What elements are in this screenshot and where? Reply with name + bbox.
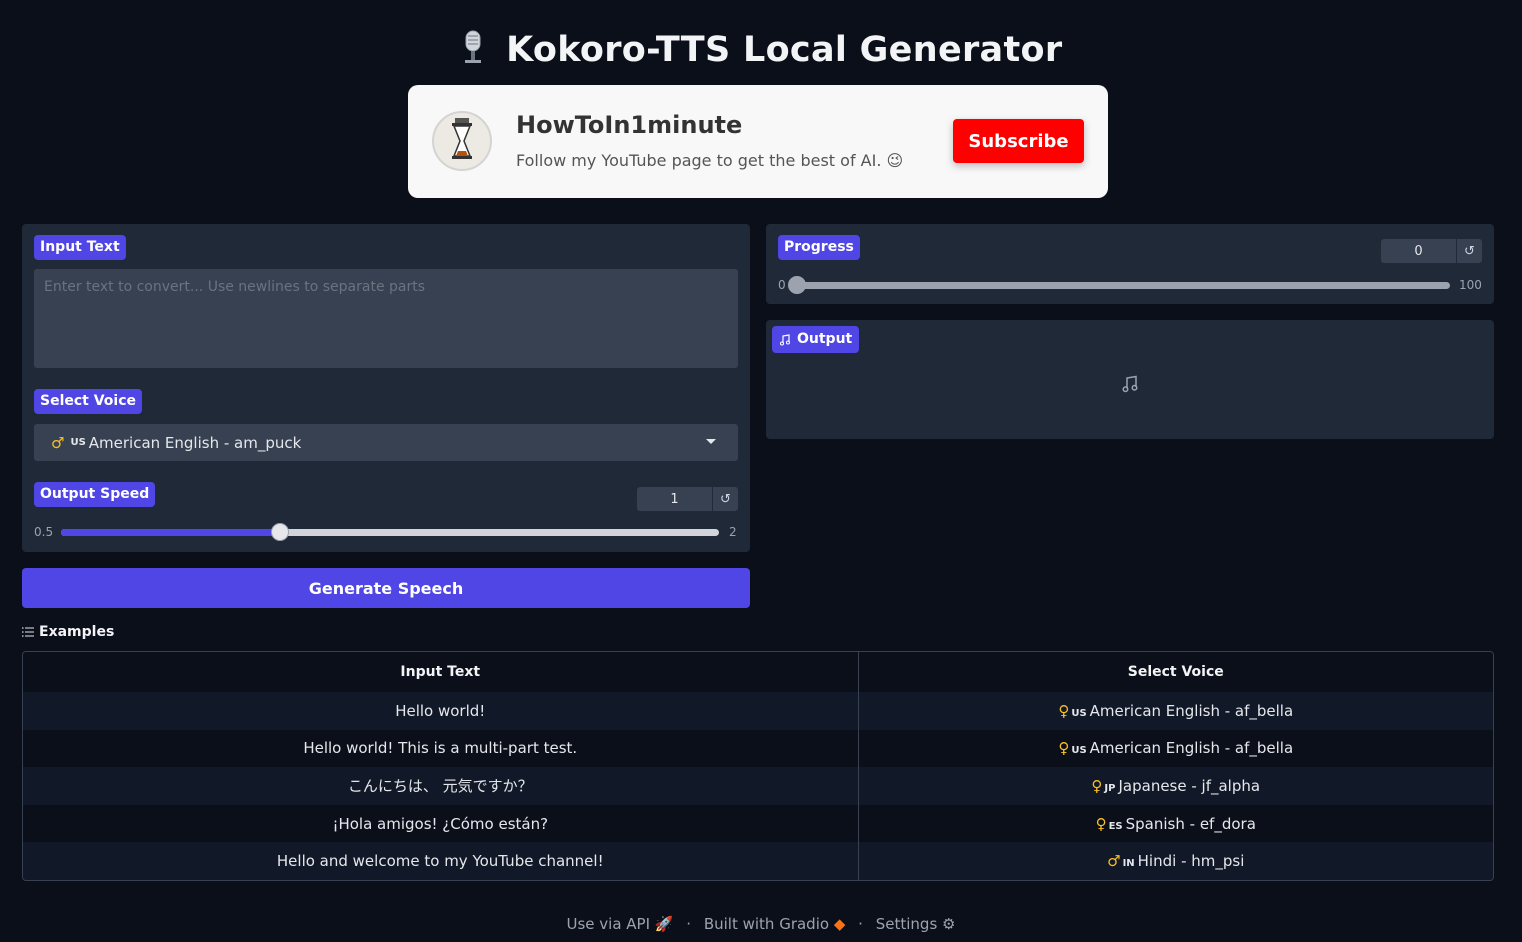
gear-icon: ⚙ <box>942 915 956 933</box>
example-voice: American English - af_bella <box>1089 739 1294 758</box>
progress-number-input[interactable]: 0 ↺ <box>1381 239 1482 263</box>
table-row[interactable]: こんにちは、 元気ですか？ ♀ JP Japanese - jf_alpha <box>23 767 1493 805</box>
speed-max: 2 <box>729 525 737 539</box>
examples-header: Examples <box>22 624 114 640</box>
music-note-icon <box>780 333 790 345</box>
chevron-down-icon <box>706 439 716 444</box>
input-text-field[interactable] <box>34 269 738 368</box>
progress-slider-thumb[interactable] <box>788 276 806 294</box>
example-voice: Japanese - jf_alpha <box>1118 776 1261 795</box>
channel-promo-card: HowToIn1minute Follow my YouTube page to… <box>408 85 1108 198</box>
progress-max: 100 <box>1459 278 1482 292</box>
select-voice-label: Select Voice <box>34 389 143 414</box>
speed-slider-fill <box>61 529 281 536</box>
examples-label-text: Examples <box>39 624 115 640</box>
speed-value[interactable]: 1 <box>637 487 712 511</box>
hourglass-icon <box>452 118 472 159</box>
flag-icon: US <box>1071 707 1087 719</box>
channel-name: HowToIn1minute <box>516 111 743 139</box>
progress-value[interactable]: 0 <box>1381 239 1456 263</box>
channel-avatar <box>432 111 492 171</box>
table-row[interactable]: ¡Hola amigos! ¿Cómo están? ♀ ES Spanish - … <box>23 804 1493 843</box>
example-voice: Spanish - ef_dora <box>1125 814 1256 833</box>
flag-icon: US <box>1071 745 1087 757</box>
example-voice-cell[interactable]: ♀ US American English - af_bella <box>858 729 1493 768</box>
footer: Use via API 🚀 · Built with Gradio ◆ · Se… <box>566 915 956 933</box>
example-text[interactable]: こんにちは、 元気ですか？ <box>23 767 859 805</box>
table-row[interactable]: Hello world! This is a multi-part test. … <box>23 729 1493 768</box>
female-symbol-icon: ♀ <box>1058 739 1070 758</box>
male-symbol-icon: ♂ <box>1107 852 1121 871</box>
built-with-gradio-link[interactable]: Built with Gradio <box>704 915 829 933</box>
female-symbol-icon: ♀ <box>1058 701 1070 720</box>
table-row[interactable]: Hello and welcome to my YouTube channel!… <box>23 842 1493 880</box>
input-text-label: Input Text <box>34 235 126 260</box>
output-label-text: Output <box>797 331 853 347</box>
example-text[interactable]: Hello and welcome to my YouTube channel! <box>23 842 859 880</box>
speed-min: 0.5 <box>34 525 54 539</box>
example-voice-cell[interactable]: ♀ ES Spanish - ef_dora <box>858 804 1493 843</box>
speed-slider-track[interactable] <box>61 529 719 536</box>
app-title-text: Kokoro-TTS Local Generator <box>506 30 1063 70</box>
list-icon <box>22 627 34 637</box>
example-text[interactable]: ¡Hola amigos! ¿Cómo están? <box>23 804 859 843</box>
reset-icon[interactable]: ↺ <box>712 487 738 511</box>
progress-min: 0 <box>778 278 786 292</box>
voice-selected-value: American English - am_puck <box>88 433 302 452</box>
subscribe-button[interactable]: Subscribe <box>953 119 1084 163</box>
example-text[interactable]: Hello world! <box>23 692 859 730</box>
column-header-select-voice: Select Voice <box>858 652 1493 692</box>
progress-label: Progress <box>778 235 860 260</box>
generate-speech-button[interactable]: Generate Speech <box>22 568 750 608</box>
audio-placeholder-icon <box>1121 375 1139 397</box>
page-title: Kokoro-TTS Local Generator <box>0 30 1522 73</box>
channel-description: Follow my YouTube page to get the best o… <box>516 151 904 170</box>
example-voice: Hindi - hm_psi <box>1137 852 1245 871</box>
progress-panel <box>766 224 1494 304</box>
female-symbol-icon: ♀ <box>1095 814 1107 833</box>
flag-icon: IN <box>1122 858 1135 870</box>
example-voice: American English - af_bella <box>1089 701 1294 720</box>
flag-icon: ES <box>1108 820 1123 832</box>
gradio-logo-icon: ◆ <box>833 915 846 933</box>
rocket-icon: 🚀 <box>654 915 674 933</box>
settings-link[interactable]: Settings <box>876 915 938 933</box>
reset-icon[interactable]: ↺ <box>1456 239 1482 263</box>
voice-dropdown[interactable]: ♂ US American English - am_puck <box>34 424 738 461</box>
progress-slider-track[interactable] <box>797 282 1450 289</box>
male-symbol-icon: ♂ <box>51 433 65 452</box>
examples-table: Input Text Select Voice Hello world! ♀ US… <box>22 651 1494 881</box>
example-voice-cell[interactable]: ♂ IN Hindi - hm_psi <box>858 842 1493 880</box>
table-row[interactable]: Hello world! ♀ US American English - af_be… <box>23 692 1493 730</box>
flag-icon: JP <box>1104 782 1116 794</box>
speed-slider-thumb[interactable] <box>271 523 290 541</box>
use-via-api-link[interactable]: Use via API <box>566 915 650 933</box>
output-speed-label: Output Speed <box>34 482 156 507</box>
example-voice-cell[interactable]: ♀ US American English - af_bella <box>858 692 1493 730</box>
female-symbol-icon: ♀ <box>1091 776 1103 795</box>
example-voice-cell[interactable]: ♀ JP Japanese - jf_alpha <box>858 767 1493 805</box>
speed-number-input[interactable]: 1 ↺ <box>637 487 738 511</box>
output-label: Output <box>772 326 860 353</box>
example-text[interactable]: Hello world! This is a multi-part test. <box>23 729 859 768</box>
microphone-icon <box>460 30 486 73</box>
column-header-input-text: Input Text <box>23 652 859 692</box>
flag-icon: US <box>70 437 86 448</box>
